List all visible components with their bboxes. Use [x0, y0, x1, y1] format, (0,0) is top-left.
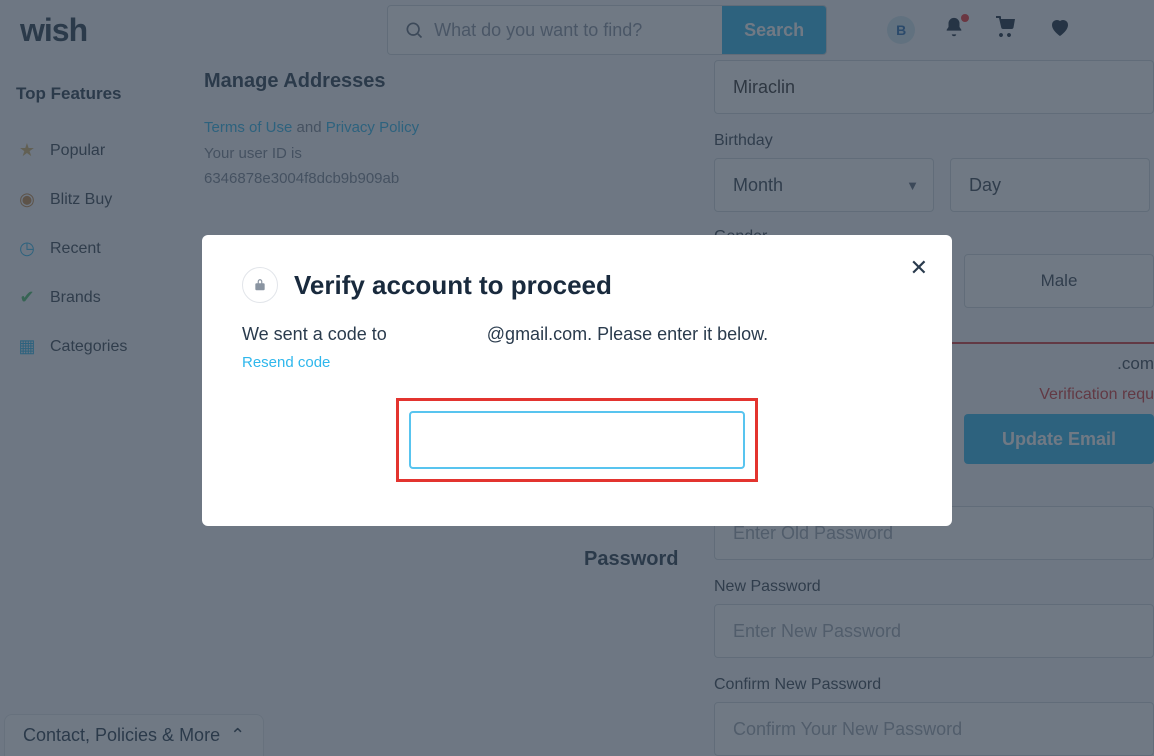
lock-icon	[242, 267, 278, 303]
verify-modal: ✕ Verify account to proceed We sent a co…	[202, 235, 952, 526]
modal-title: Verify account to proceed	[294, 270, 612, 301]
modal-body: We sent a code to @gmail.com. Please ent…	[242, 321, 912, 374]
verification-code-input[interactable]	[409, 411, 745, 469]
modal-overlay: ✕ Verify account to proceed We sent a co…	[0, 0, 1154, 756]
resend-code-link[interactable]: Resend code	[242, 351, 912, 374]
highlighted-code-area	[396, 398, 758, 482]
close-icon[interactable]: ✕	[910, 255, 928, 281]
